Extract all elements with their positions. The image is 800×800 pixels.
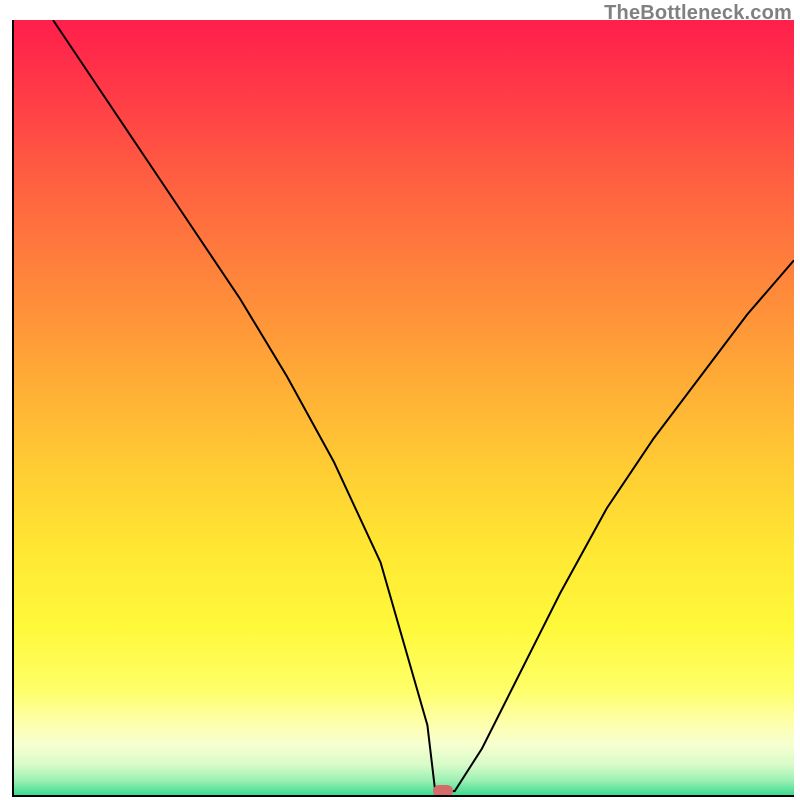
optimal-point-marker (433, 785, 453, 797)
plot-area (12, 20, 794, 797)
bottleneck-chart: TheBottleneck.com (0, 0, 800, 800)
curve-layer (14, 20, 794, 795)
bottleneck-curve-path (53, 20, 794, 791)
source-watermark: TheBottleneck.com (604, 2, 792, 25)
